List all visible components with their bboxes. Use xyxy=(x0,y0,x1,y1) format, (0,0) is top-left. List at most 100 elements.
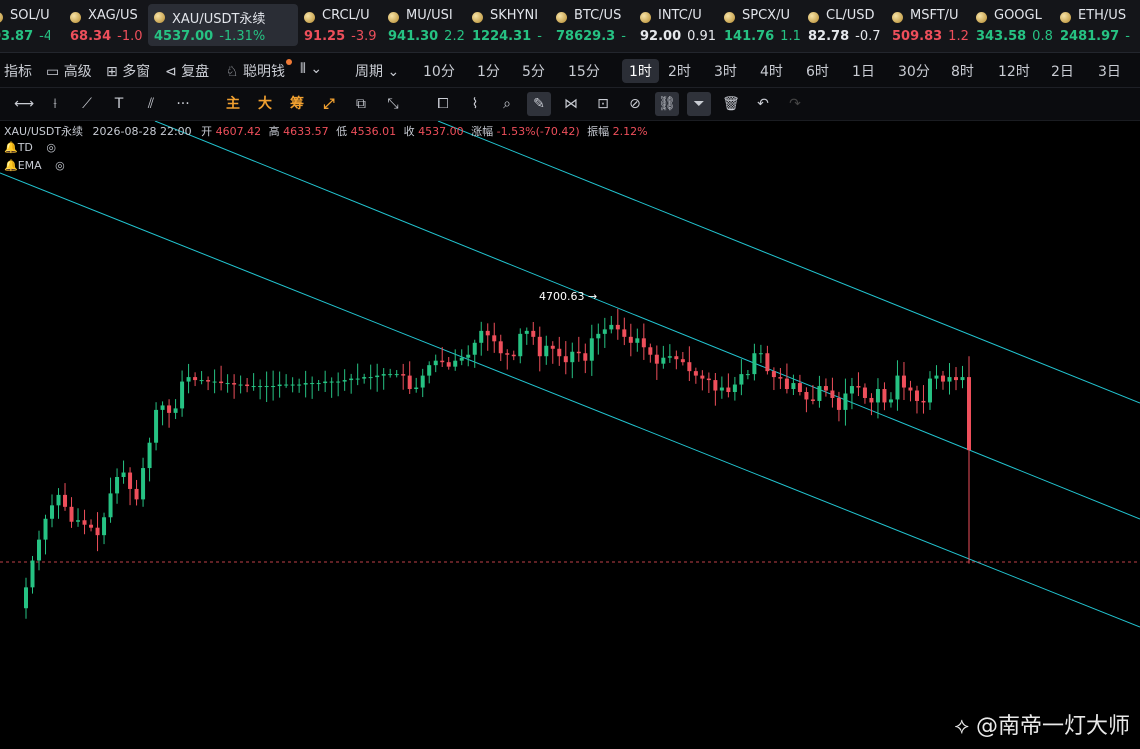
magnet-icon[interactable]: ⋈ xyxy=(562,95,580,113)
candle-body xyxy=(128,472,133,489)
candle-body xyxy=(771,371,776,378)
candle-body xyxy=(264,386,269,388)
candle-body xyxy=(784,378,789,390)
ohlc-change: -1.53%(-70.42) xyxy=(496,125,580,138)
more-tools-icon[interactable]: ··· xyxy=(174,95,192,113)
copy-icon[interactable]: ⧠ xyxy=(434,95,452,113)
ticker-item[interactable]: ETH/US 2481.97- xyxy=(1054,4,1138,46)
ohlc-open: 4607.42 xyxy=(215,125,262,138)
candle-body xyxy=(557,348,562,357)
auto-draw-icon[interactable]: ⤢ xyxy=(320,95,338,113)
eye-icon[interactable]: ◎ xyxy=(46,141,56,154)
ticker-item[interactable]: BTC/US 78629.3- xyxy=(550,4,634,46)
edit-chart-icon[interactable]: ⧉ xyxy=(352,95,370,113)
coin-icon xyxy=(976,12,987,23)
undo-icon[interactable]: ↶ xyxy=(754,95,772,113)
ticker-change: - xyxy=(537,29,542,44)
eye-icon[interactable]: ◎ xyxy=(55,159,65,172)
interval-option[interactable]: 2时 xyxy=(668,61,691,81)
multi-window-button[interactable]: ⊞ 多窗 xyxy=(106,61,150,81)
redo-icon[interactable]: ↷ xyxy=(786,95,804,113)
hide-drawings-icon[interactable]: ⊘ xyxy=(626,95,644,113)
ticker-item[interactable]: INTC/U 92.00 0.91 xyxy=(634,4,718,46)
interval-option[interactable]: 3时 xyxy=(714,61,737,81)
candle-body xyxy=(797,383,802,393)
interval-option[interactable]: 30分 xyxy=(898,61,930,81)
replay-button[interactable]: ⊲ 复盘 xyxy=(165,61,209,81)
candle-body xyxy=(394,374,399,376)
brush-icon[interactable]: ✎ xyxy=(527,92,551,116)
trash-icon[interactable]: 🗑 xyxy=(722,95,740,113)
chart-area[interactable]: 4700.63 → xyxy=(0,121,1140,749)
lock-icon[interactable]: ⊡ xyxy=(594,95,612,113)
indicators-button[interactable]: 指标 xyxy=(4,61,32,81)
advanced-button[interactable]: ▭ 高级 xyxy=(46,61,92,81)
indicator-ema[interactable]: 🔔EMA ◎ xyxy=(4,159,65,172)
ticker-item[interactable]: XAU/USDT永续 4537.00 -1.31% xyxy=(148,4,298,46)
candle-body xyxy=(368,377,373,379)
candle-body xyxy=(693,371,698,376)
chart-type-icon[interactable]: ⫴ ⌄ xyxy=(300,61,322,77)
interval-option[interactable]: 12时 xyxy=(998,61,1030,81)
interval-option[interactable]: 1日 xyxy=(852,61,875,81)
ticker-change: - xyxy=(1125,29,1130,44)
candle-body xyxy=(89,524,94,528)
ohlc-info: XAU/USDT永续 2026-08-28 22:00 开 4607.42 高 … xyxy=(4,123,648,139)
ticker-item[interactable]: SKHYNI 1224.31- xyxy=(466,4,550,46)
candle-body xyxy=(472,342,477,355)
filter-icon[interactable]: ⏷ xyxy=(687,92,711,116)
smart-money-button[interactable]: ♘ 聪明钱 xyxy=(226,61,285,81)
ticker-price-value: 4537.00 xyxy=(154,29,214,44)
ticker-item[interactable]: XAG/US 68.34 -1.0 xyxy=(64,4,148,46)
ticker-item[interactable]: MSFT/U 509.83 1.2 xyxy=(886,4,970,46)
ticker-item[interactable]: MU/USI 941.30 2.2 xyxy=(382,4,466,46)
ticker-item[interactable]: GOOGL 343.58 0.8 xyxy=(970,4,1054,46)
coin-icon xyxy=(640,12,651,23)
interval-option[interactable]: 4时 xyxy=(760,61,783,81)
indicator-td[interactable]: 🔔TD ◎ xyxy=(4,141,56,154)
period-dropdown[interactable]: 周期 ⌄ xyxy=(355,61,399,81)
interval-option[interactable]: 6时 xyxy=(806,61,829,81)
interval-option[interactable]: 8时 xyxy=(951,61,974,81)
zoom-icon[interactable]: ⌕ xyxy=(498,95,516,113)
interval-option[interactable]: 2日 xyxy=(1051,61,1074,81)
ohlc-low: 4536.01 xyxy=(350,125,397,138)
candle-body xyxy=(446,362,451,367)
text-tool-icon[interactable]: T xyxy=(110,95,128,113)
candle-body xyxy=(95,527,100,536)
interval-option[interactable]: 1分 xyxy=(477,61,500,81)
link-icon[interactable]: ⛓ xyxy=(655,92,679,116)
measure-icon[interactable]: ⤡ xyxy=(384,95,402,113)
ticker-item[interactable]: SOL/US 03.87 -4. xyxy=(0,4,50,46)
coin-icon xyxy=(808,12,819,23)
main-indicator-button[interactable]: 主 xyxy=(224,95,242,113)
candle-body xyxy=(108,493,113,518)
candle-body xyxy=(921,400,926,403)
interval-option[interactable]: 5分 xyxy=(522,61,545,81)
horizontal-line-icon[interactable]: ⟷ xyxy=(14,95,34,113)
interval-option[interactable]: 1时 xyxy=(622,59,659,83)
interval-option[interactable]: 10分 xyxy=(423,61,455,81)
trend-line-icon[interactable]: ⟋ xyxy=(78,95,96,113)
candle-body xyxy=(316,383,321,385)
vertical-line-icon[interactable]: ⟊ xyxy=(46,95,64,113)
candle-body xyxy=(115,477,120,494)
ticker-item[interactable]: CL/USD 82.78 -0.7 xyxy=(802,4,886,46)
interval-option[interactable]: 15分 xyxy=(568,61,600,81)
candle-body xyxy=(745,374,750,376)
ohlc-close-label: 收 xyxy=(403,125,415,138)
big-order-button[interactable]: 大 xyxy=(256,95,274,113)
fib-tool-icon[interactable]: ⫽ xyxy=(142,95,160,113)
candle-body xyxy=(700,375,705,379)
candle-body xyxy=(687,362,692,372)
interval-option[interactable]: 3日 xyxy=(1098,61,1121,81)
candle-body xyxy=(323,381,328,384)
candle-body xyxy=(674,356,679,360)
candle-body xyxy=(258,386,263,388)
ruler-icon[interactable]: ⌇ xyxy=(466,95,484,113)
ticker-item[interactable]: CRCL/U 91.25 -3.9 xyxy=(298,4,382,46)
ticker-item[interactable]: SPCX/U 141.76 1.1 xyxy=(718,4,802,46)
candle-body xyxy=(914,390,919,401)
chip-distribution-button[interactable]: 筹 xyxy=(288,95,306,113)
candle-body xyxy=(134,488,139,500)
